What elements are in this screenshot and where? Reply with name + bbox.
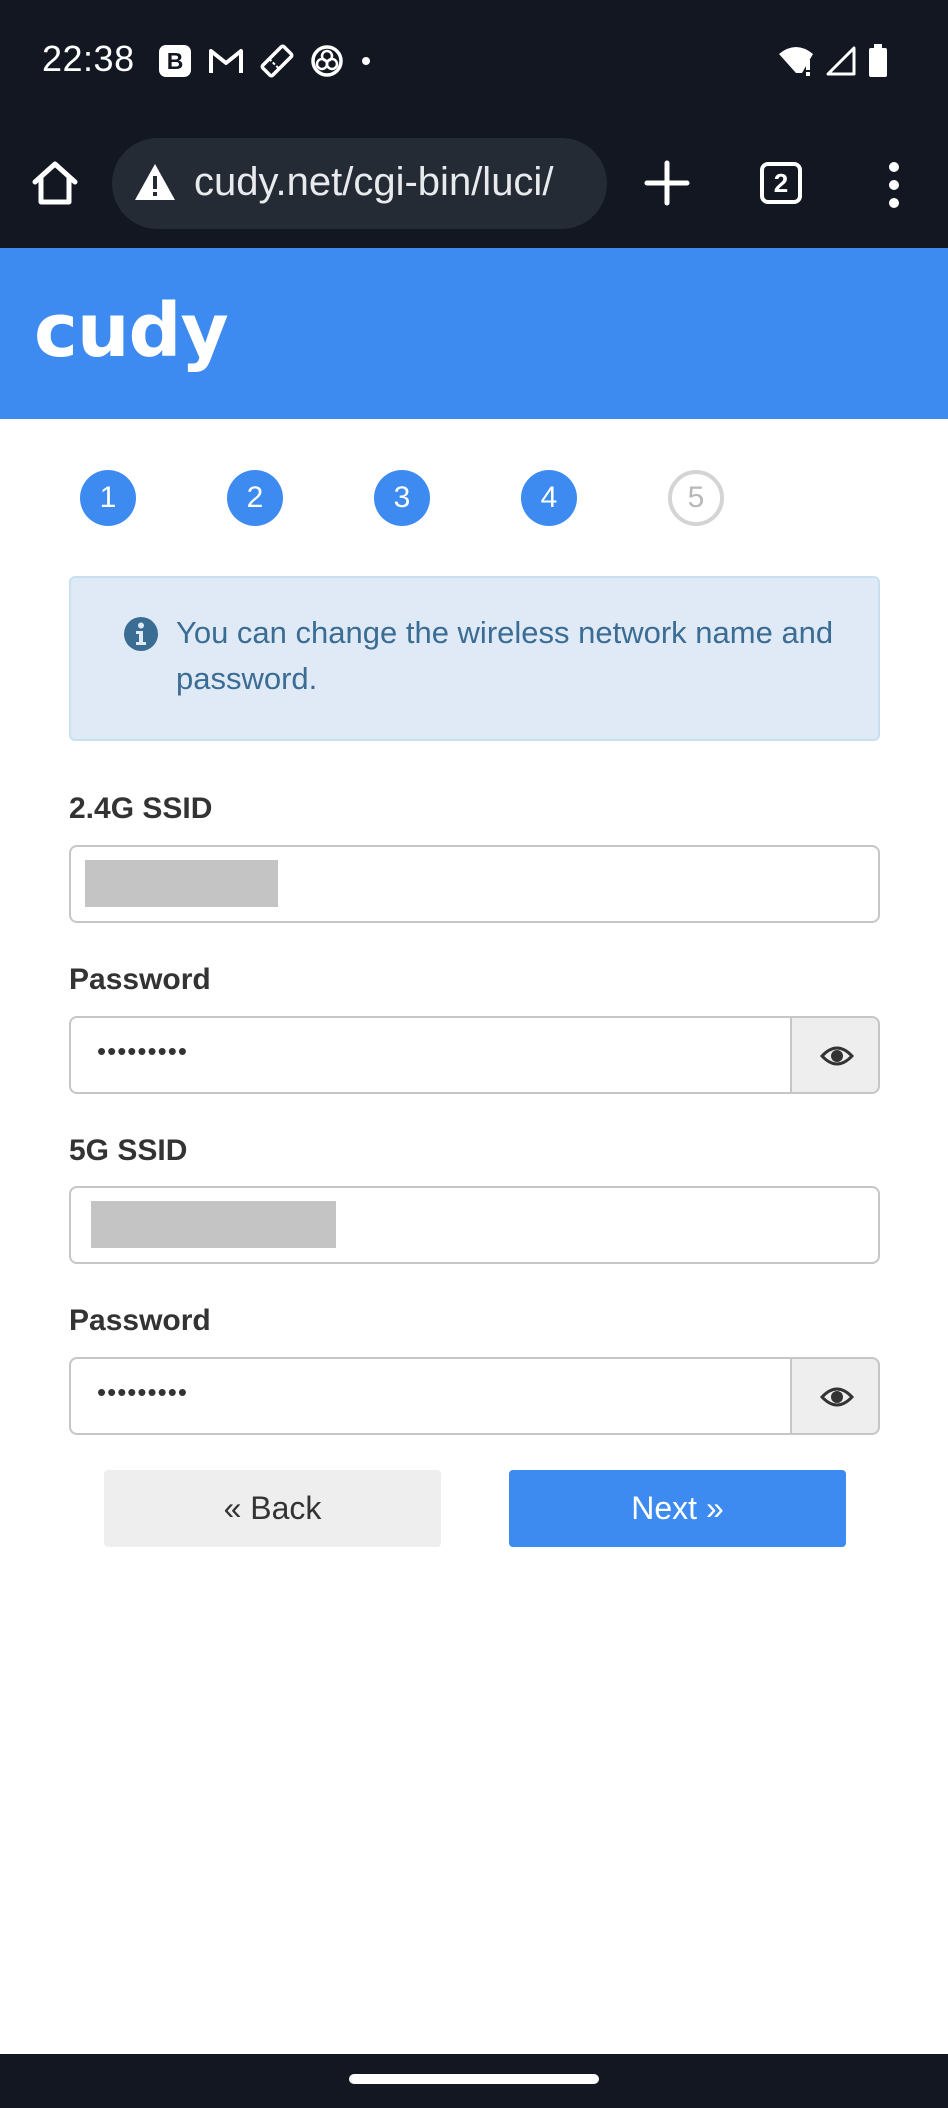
brand-header: cudy xyxy=(0,248,948,419)
gmail-icon xyxy=(209,49,243,73)
app-icon xyxy=(311,45,343,77)
redacted-value xyxy=(85,860,278,907)
b-app-icon: B xyxy=(159,45,191,77)
status-bar: 22:38 B xyxy=(0,0,948,120)
password-5-toggle[interactable] xyxy=(790,1357,880,1435)
step-5: 5 xyxy=(668,470,724,526)
svg-text:B: B xyxy=(167,48,184,74)
plus-icon[interactable] xyxy=(644,160,690,206)
password-5-input[interactable]: ••••••••• xyxy=(69,1357,792,1435)
cell-signal-icon xyxy=(826,46,856,76)
home-indicator[interactable] xyxy=(349,2074,599,2084)
redacted-value xyxy=(91,1201,336,1248)
tabs-icon[interactable]: 2 xyxy=(760,162,802,204)
info-icon xyxy=(124,617,158,651)
next-button[interactable]: Next » xyxy=(509,1470,846,1547)
system-nav-bar xyxy=(0,2054,948,2108)
ssid-24-label: 2.4G SSID xyxy=(69,792,213,825)
back-button[interactable]: « Back xyxy=(104,1470,441,1547)
ticket-icon xyxy=(260,44,294,78)
eye-icon[interactable] xyxy=(820,1383,854,1411)
notification-icons: B xyxy=(158,42,372,80)
more-vert-icon[interactable] xyxy=(882,160,906,210)
ssid-5-input[interactable] xyxy=(69,1186,880,1264)
info-alert: You can change the wireless network name… xyxy=(69,576,880,741)
home-icon[interactable] xyxy=(30,158,80,208)
step-4: 4 xyxy=(521,470,577,526)
password-5-value: ••••••••• xyxy=(97,1377,188,1407)
info-text: You can change the wireless network name… xyxy=(176,615,834,696)
browser-toolbar: cudy.net/cgi-bin/luci/ 2 xyxy=(0,120,948,248)
eye-icon[interactable] xyxy=(820,1042,854,1070)
password-5-group: ••••••••• xyxy=(69,1357,880,1435)
status-time: 22:38 xyxy=(42,38,135,79)
ssid-5-label: 5G SSID xyxy=(69,1134,188,1167)
ssid-24-input[interactable] xyxy=(69,845,880,923)
step-3: 3 xyxy=(374,470,430,526)
address-bar[interactable]: cudy.net/cgi-bin/luci/ xyxy=(112,138,607,229)
warning-icon[interactable] xyxy=(134,162,176,202)
system-icons xyxy=(778,42,888,80)
wifi-icon xyxy=(779,47,813,76)
password-24-toggle[interactable] xyxy=(790,1016,880,1094)
step-2: 2 xyxy=(227,470,283,526)
password-24-input[interactable]: ••••••••• xyxy=(69,1016,792,1094)
cudy-logo: cudy xyxy=(34,288,229,374)
notification-dot-icon xyxy=(362,57,370,65)
screen: 22:38 B cudy.net/cgi-bin/luci/ 2 cudy 1 … xyxy=(0,0,948,2108)
step-1: 1 xyxy=(80,470,136,526)
password-24-value: ••••••••• xyxy=(97,1036,188,1066)
password-24-group: ••••••••• xyxy=(69,1016,880,1094)
url-text[interactable]: cudy.net/cgi-bin/luci/ xyxy=(194,160,553,205)
password-24-label: Password xyxy=(69,963,211,996)
battery-icon xyxy=(869,44,887,77)
password-5-label: Password xyxy=(69,1304,211,1337)
